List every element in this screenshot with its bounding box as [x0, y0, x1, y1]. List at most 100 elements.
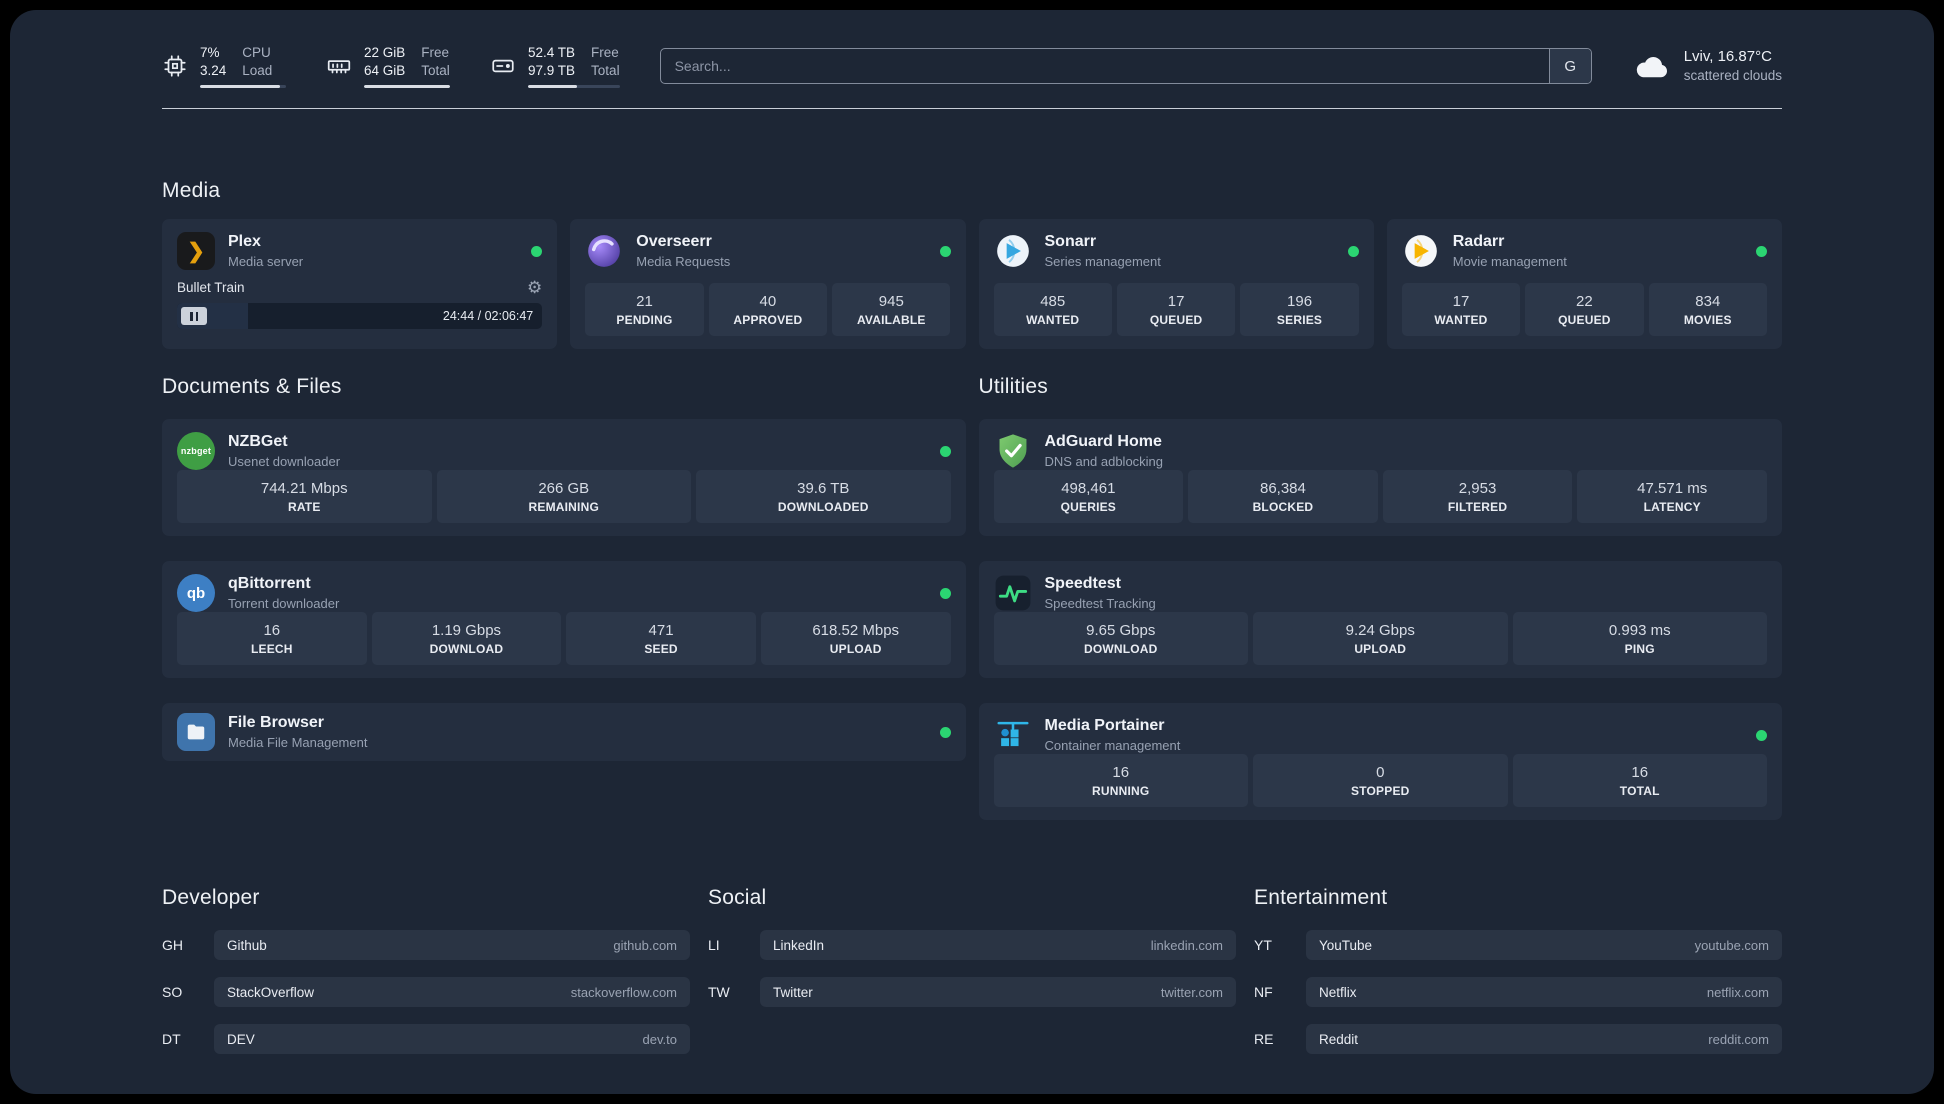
bookmark-link-linkedin[interactable]: LinkedIn linkedin.com — [760, 930, 1236, 960]
stat-tile: 16 TOTAL — [1512, 754, 1767, 807]
stat-value: 1.19 Gbps — [431, 622, 502, 639]
stat-value: 9.24 Gbps — [1345, 622, 1415, 639]
app-card-overseerr[interactable]: Overseerr Media Requests 21 PENDING 40 A… — [570, 219, 966, 349]
stat-value: 471 — [648, 622, 674, 639]
bookmark-abbr: DT — [162, 1031, 181, 1047]
disk-drive-icon — [490, 53, 516, 79]
stat-label: STOPPED — [1350, 784, 1410, 798]
app-name: qBittorrent — [228, 575, 311, 592]
app-card-adguard[interactable]: AdGuard Home DNS and adblocking 498,461 … — [978, 419, 1782, 536]
app-name: Sonarr — [1044, 233, 1097, 250]
app-card-portainer[interactable]: Media Portainer Container management 16 … — [978, 703, 1782, 820]
search-input[interactable] — [660, 49, 1549, 83]
app-subtitle: Media File Management — [228, 735, 368, 750]
disk-usage-bar — [528, 85, 620, 88]
bookmark-url: linkedin.com — [1150, 937, 1223, 953]
stat-tile: 40 APPROVED — [708, 283, 828, 336]
stat-label: LATENCY — [1643, 500, 1701, 514]
section-title-developer: Developer — [162, 886, 260, 909]
bookmark-link-twitter[interactable]: Twitter twitter.com — [760, 977, 1236, 1007]
bookmark-abbr: SO — [162, 984, 183, 1000]
filebrowser-icon — [177, 713, 215, 751]
stat-value: 47.571 ms — [1637, 480, 1708, 497]
app-name: Plex — [228, 233, 261, 250]
memory-free-value: 22 GiB — [364, 45, 406, 60]
disk-free-value: 52.4 TB — [528, 45, 576, 60]
stat-tile: 16 RUNNING — [993, 754, 1248, 807]
stat-value: 834 — [1695, 293, 1721, 310]
stat-tile: 0.993 ms PING — [1512, 612, 1767, 665]
bookmark-url: netflix.com — [1706, 984, 1769, 1000]
playback-progress-bar[interactable]: 24:44 / 02:06:47 — [177, 303, 543, 329]
weather-widget: Lviv, 16.87°C scattered clouds — [1632, 47, 1782, 85]
app-card-nzbget[interactable]: nzbget NZBGet Usenet downloader 744.21 M… — [162, 419, 966, 536]
stat-tile: 17 QUEUED — [1116, 283, 1236, 336]
stat-label: AVAILABLE — [856, 313, 926, 327]
bookmark-link-github[interactable]: Github github.com — [214, 930, 690, 960]
bookmark-name: Reddit — [1319, 1031, 1359, 1047]
overseerr-icon — [585, 232, 623, 270]
weather-location: Lviv, 16.87°C — [1683, 48, 1772, 65]
stat-label: RUNNING — [1092, 784, 1150, 798]
stat-value: 9.65 Gbps — [1086, 622, 1156, 639]
stat-value: 744.21 Mbps — [260, 480, 348, 497]
stat-tile: 9.65 Gbps DOWNLOAD — [993, 612, 1248, 665]
stat-value: 0 — [1376, 764, 1385, 781]
stat-label: APPROVED — [733, 313, 803, 327]
app-card-plex[interactable]: ❯ Plex Media server Bullet Train ⚙ 24:44… — [162, 219, 558, 349]
stat-value: 17 — [1452, 293, 1470, 310]
nzbget-icon: nzbget — [177, 432, 215, 470]
bookmark-link-youtube[interactable]: YouTube youtube.com — [1306, 930, 1782, 960]
app-card-sonarr[interactable]: Sonarr Series management 485 WANTED 17 Q… — [978, 219, 1374, 349]
stat-tile: 2,953 FILTERED — [1382, 470, 1573, 523]
stat-value: 16 — [1112, 764, 1130, 781]
stat-label: WANTED — [1026, 313, 1080, 327]
bookmark-link-dev[interactable]: DEV dev.to — [214, 1024, 690, 1054]
memory-total-label: Total — [421, 63, 450, 78]
stat-tile: 266 GB REMAINING — [436, 470, 691, 523]
disk-free-label: Free — [591, 45, 619, 60]
search-engine-button[interactable]: G — [1548, 49, 1591, 83]
bookmark-link-netflix[interactable]: Netflix netflix.com — [1306, 977, 1782, 1007]
app-card-radarr[interactable]: Radarr Movie management 17 WANTED 22 QUE… — [1386, 219, 1782, 349]
stat-label: DOWNLOAD — [1083, 642, 1158, 656]
bookmark-link-reddit[interactable]: Reddit reddit.com — [1306, 1024, 1782, 1054]
bookmark-name: Twitter — [773, 984, 813, 1000]
disk-total-label: Total — [591, 63, 620, 78]
stat-tile: 945 AVAILABLE — [832, 283, 951, 336]
stat-value: 22 — [1576, 293, 1593, 310]
stat-value: 618.52 Mbps — [812, 622, 900, 639]
settings-gear-icon[interactable]: ⚙ — [527, 279, 542, 296]
app-subtitle: DNS and adblocking — [1044, 454, 1164, 469]
app-subtitle: Media Requests — [636, 254, 731, 269]
sonarr-icon — [994, 232, 1032, 270]
stat-tile: 16 LEECH — [177, 612, 367, 665]
bookmark-name: YouTube — [1319, 937, 1373, 953]
bookmark-name: Netflix — [1319, 984, 1357, 1000]
stat-label: MOVIES — [1683, 313, 1732, 327]
app-card-speedtest[interactable]: Speedtest Speedtest Tracking 9.65 Gbps D… — [978, 561, 1782, 678]
stat-tile: 21 PENDING — [585, 283, 704, 336]
bookmark-abbr: NF — [1254, 984, 1273, 1000]
stat-label: BLOCKED — [1252, 500, 1314, 514]
status-dot — [939, 587, 951, 599]
stat-label: UPLOAD — [1354, 642, 1407, 656]
app-card-qbittorrent[interactable]: qb qBittorrent Torrent downloader 16 LEE… — [162, 561, 966, 678]
app-card-filebrowser[interactable]: File Browser Media File Management — [162, 703, 966, 761]
bookmark-group-social: Social LI LinkedIn linkedin.com TW Twitt… — [708, 886, 1236, 1071]
status-dot — [1756, 729, 1767, 741]
app-name: Media Portainer — [1044, 717, 1165, 734]
playback-time: 24:44 / 02:06:47 — [442, 309, 534, 323]
qbittorrent-icon: qb — [177, 574, 215, 612]
ram-icon — [326, 53, 352, 79]
pause-button[interactable] — [181, 307, 207, 325]
stat-label: PING — [1624, 642, 1655, 656]
cpu-widget: 7% 3.24 CPU Load — [162, 44, 286, 88]
stat-label: QUERIES — [1060, 500, 1117, 514]
bookmark-url: reddit.com — [1708, 1031, 1769, 1047]
bookmark-link-stackoverflow[interactable]: StackOverflow stackoverflow.com — [214, 977, 690, 1007]
section-title-documents: Documents & Files — [162, 375, 342, 398]
stat-label: REMAINING — [528, 500, 599, 514]
app-name: File Browser — [228, 714, 325, 731]
stat-value: 86,384 — [1259, 480, 1306, 497]
